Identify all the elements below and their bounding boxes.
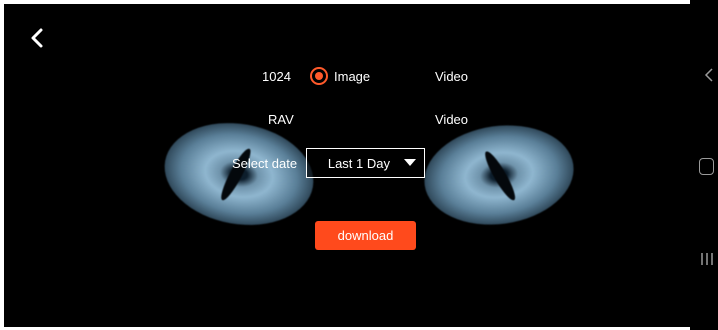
background-eye-left	[156, 111, 322, 237]
date-select-value: Last 1 Day	[327, 155, 390, 171]
video-option-label-2[interactable]: Video	[435, 112, 468, 127]
chevron-left-icon[interactable]	[26, 26, 50, 50]
resolution-1024-label: 1024	[262, 69, 291, 84]
nav-back-icon[interactable]	[702, 68, 716, 82]
download-button[interactable]: download	[315, 221, 416, 250]
date-select[interactable]: Last 1 Day	[306, 148, 425, 178]
caret-down-icon	[404, 159, 416, 166]
image-option-label[interactable]: Image	[334, 69, 370, 84]
video-option-label[interactable]: Video	[435, 69, 468, 84]
nav-recent-icon[interactable]	[700, 251, 714, 267]
download-button-label: download	[337, 228, 394, 243]
select-date-label: Select date	[232, 156, 298, 171]
image-radio[interactable]	[310, 67, 328, 85]
rav-label: RAV	[268, 112, 294, 127]
background-eye-right	[417, 116, 581, 234]
nav-home-icon[interactable]	[699, 158, 714, 175]
